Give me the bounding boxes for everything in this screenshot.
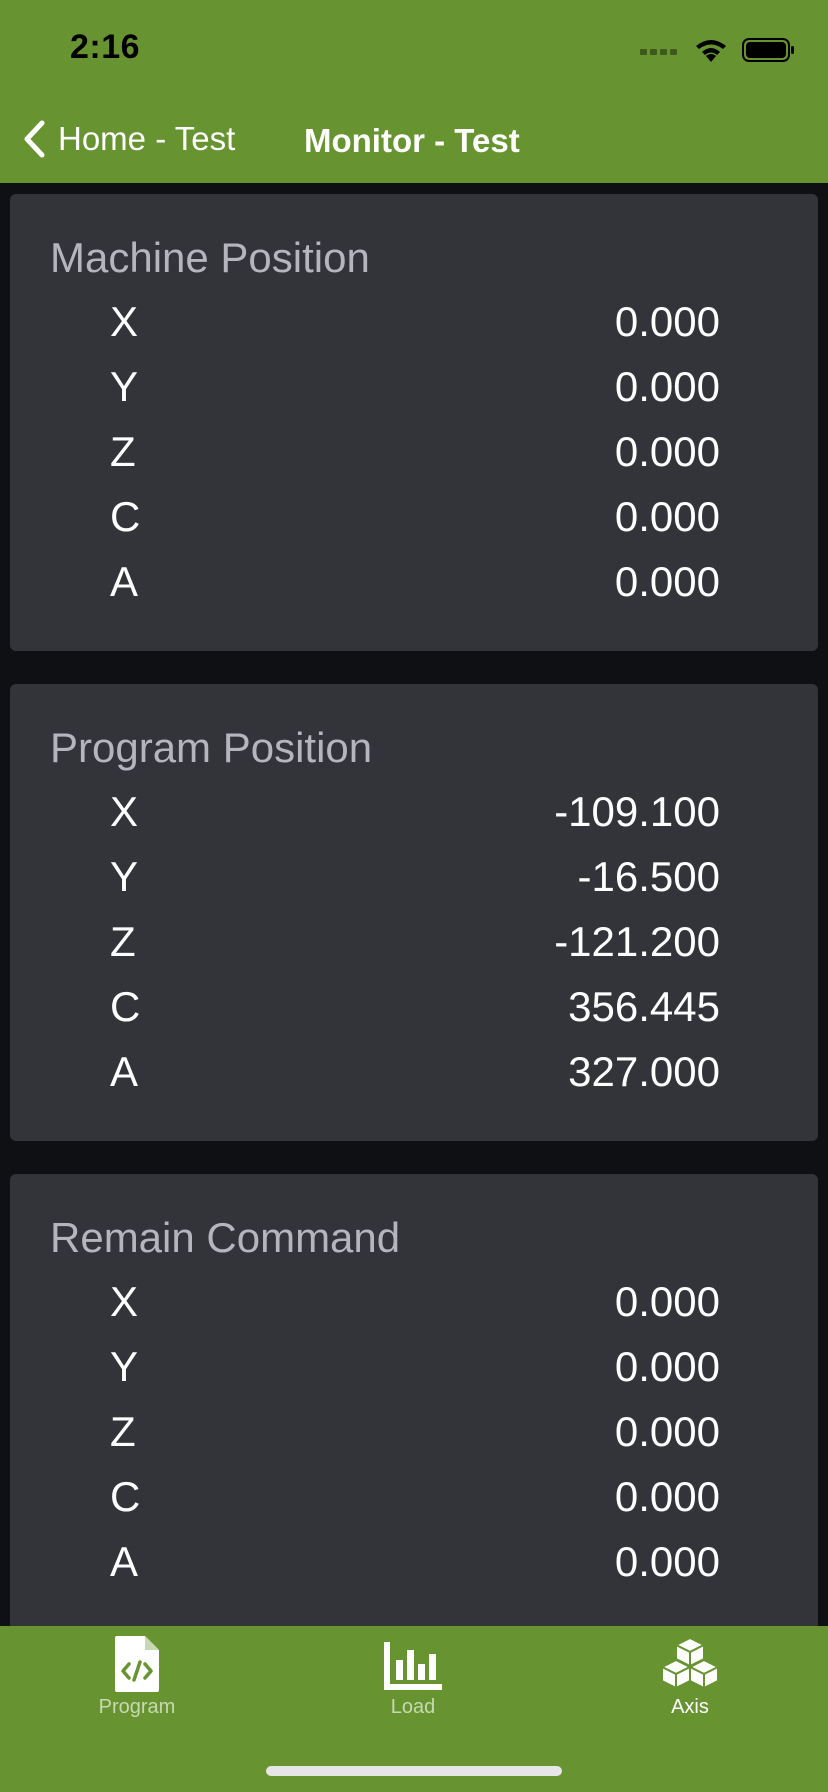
axis-value: 0.000 (614, 1408, 720, 1455)
axis-label: Z (110, 918, 136, 965)
cellular-signal-icon (640, 49, 677, 55)
back-label: Home - Test (58, 120, 236, 157)
machine-position-card: Machine Position X 0.000 Y 0.000 Z 0.000… (10, 194, 818, 651)
axis-row: X 0.000 (10, 1278, 818, 1338)
axis-row: C 0.000 (10, 1473, 818, 1533)
axis-label: Y (110, 853, 139, 900)
axis-value: -109.100 (554, 788, 720, 835)
remain-command-card: Remain Command X 0.000 Y 0.000 Z 0.000 C… (10, 1174, 818, 1631)
tab-label: Load (390, 1696, 436, 1718)
battery-icon (742, 38, 794, 62)
axis-label: Y (110, 1343, 139, 1390)
axis-label: A (110, 558, 139, 605)
wifi-icon (696, 40, 726, 62)
section-title: Machine Position (50, 234, 370, 281)
top-bar: 2:16 Home - Test Monitor - Test (0, 0, 828, 183)
axis-label: X (110, 298, 139, 345)
tab-load[interactable]: Load (333, 1634, 493, 1719)
axis-row: Y 0.000 (10, 1343, 818, 1403)
axis-row: Y -16.500 (10, 853, 818, 913)
axis-row: Y 0.000 (10, 363, 818, 423)
axis-value: 0.000 (614, 1473, 720, 1520)
axis-value: 0.000 (614, 558, 720, 605)
axis-value: 0.000 (614, 1538, 720, 1585)
code-file-icon (115, 1636, 159, 1692)
axis-value: 0.000 (614, 1343, 720, 1390)
tab-axis[interactable]: Axis (610, 1634, 770, 1719)
navigation-bar: Home - Test Monitor - Test (0, 112, 828, 168)
axis-row: C 356.445 (10, 983, 818, 1043)
section-title: Remain Command (50, 1214, 401, 1261)
axis-value: 0.000 (614, 493, 720, 540)
axis-label: Y (110, 363, 139, 410)
axis-value: 327.000 (568, 1048, 720, 1095)
axis-value: 0.000 (614, 428, 720, 475)
axis-value: 0.000 (614, 363, 720, 410)
axis-label: Z (110, 1408, 136, 1455)
axis-label: C (110, 1473, 141, 1520)
status-icons (640, 36, 796, 64)
tab-label: Axis (671, 1696, 709, 1718)
cubes-icon (659, 1636, 721, 1690)
axis-label: A (110, 1538, 139, 1585)
axis-row: Z -121.200 (10, 918, 818, 978)
axis-row: A 0.000 (10, 558, 818, 618)
axis-label: Z (110, 428, 136, 475)
axis-value: -121.200 (554, 918, 720, 965)
axis-row: A 0.000 (10, 1538, 818, 1598)
axis-row: X -109.100 (10, 788, 818, 848)
axis-row: Z 0.000 (10, 1408, 818, 1468)
axis-label: A (110, 1048, 139, 1095)
tab-program[interactable]: Program (57, 1634, 217, 1719)
bar-chart-icon (384, 1642, 442, 1690)
status-time: 2:16 (70, 28, 141, 66)
axis-label: C (110, 983, 141, 1030)
chevron-left-icon (24, 120, 45, 158)
axis-row: Z 0.000 (10, 428, 818, 488)
axis-value: 0.000 (614, 298, 720, 345)
page-title: Monitor - Test (304, 122, 520, 159)
axis-label: C (110, 493, 141, 540)
axis-value: 356.445 (568, 983, 720, 1030)
axis-label: X (110, 788, 139, 835)
axis-value: -16.500 (577, 853, 720, 900)
back-button[interactable]: Home - Test (22, 120, 235, 158)
axis-value: 0.000 (614, 1278, 720, 1325)
home-indicator (266, 1766, 562, 1776)
section-title: Program Position (50, 724, 373, 771)
axis-row: A 327.000 (10, 1048, 818, 1108)
program-position-card: Program Position X -109.100 Y -16.500 Z … (10, 684, 818, 1141)
axis-label: X (110, 1278, 139, 1325)
axis-row: X 0.000 (10, 298, 818, 358)
tab-label: Program (98, 1696, 176, 1718)
axis-row: C 0.000 (10, 493, 818, 553)
